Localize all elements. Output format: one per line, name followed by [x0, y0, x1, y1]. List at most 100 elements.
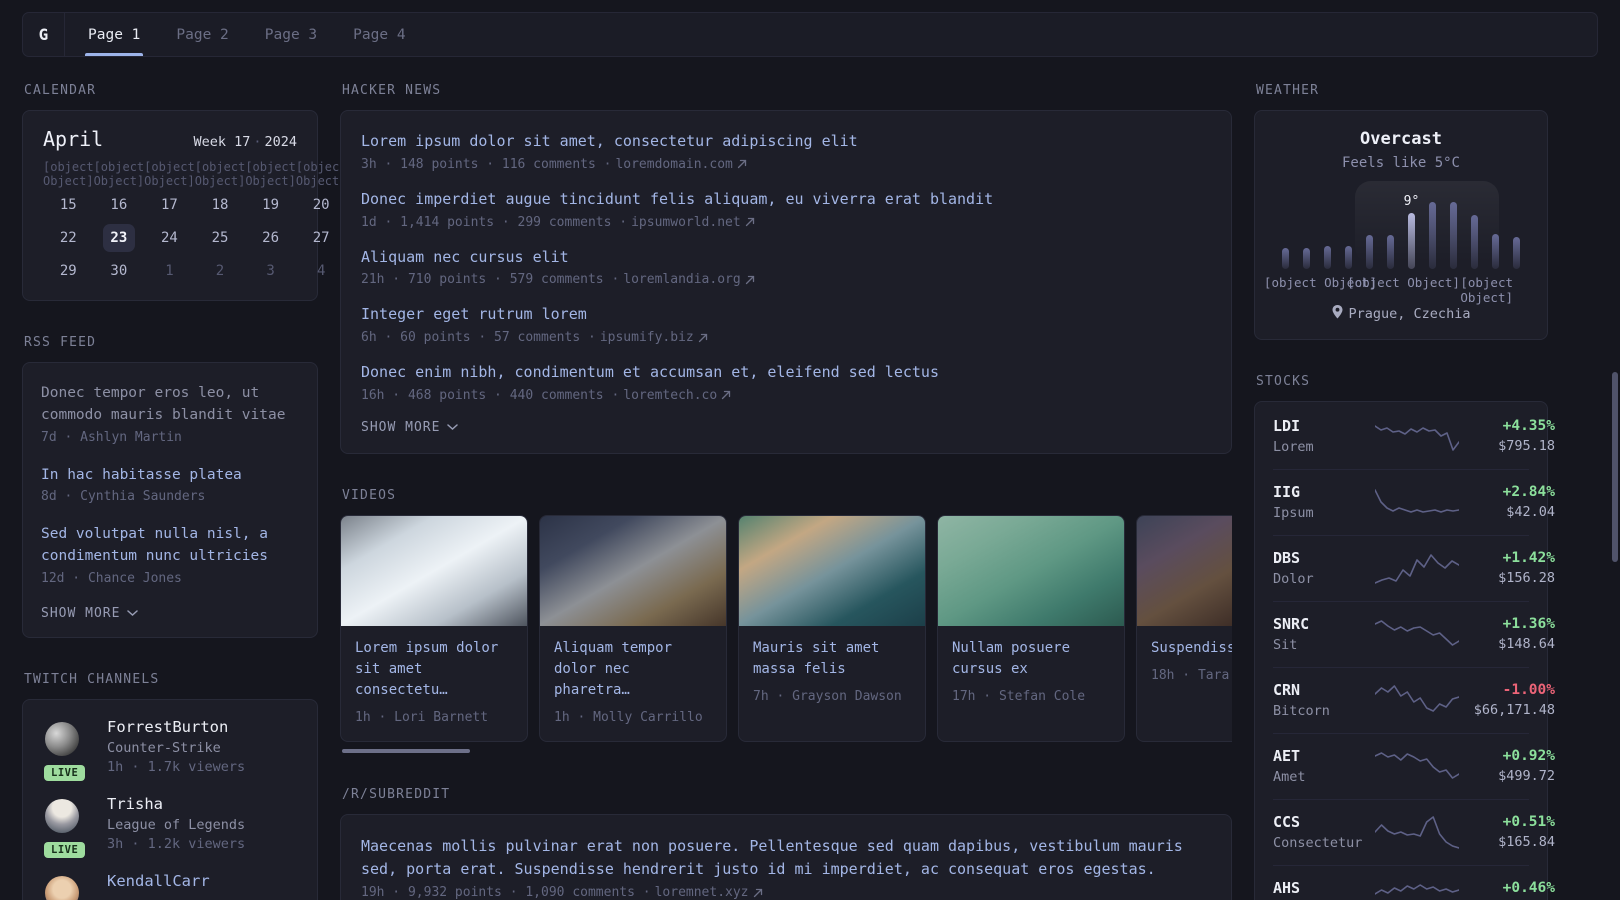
stock-row[interactable]: SNRC Sit +1.36% $148.64: [1273, 601, 1555, 667]
stock-sparkline: [1375, 814, 1459, 852]
stock-sparkline: [1375, 550, 1459, 588]
calendar-day: 1: [165, 262, 174, 279]
live-badge: LIVE: [44, 764, 86, 781]
page-scrollbar-thumb[interactable]: [1612, 372, 1618, 562]
stock-sparkline: [1375, 484, 1459, 522]
calendar-day: 19: [262, 196, 280, 213]
video-card[interactable]: Suspendisse diam 18h · Tara: [1136, 514, 1232, 742]
weather-hour-label: [object Object]: [1347, 275, 1460, 290]
video-card[interactable]: Mauris sit amet massa felis 7h · Grayson…: [738, 514, 926, 742]
stock-name: Ipsum: [1273, 505, 1314, 521]
stock-change-percent: +2.84%: [1502, 484, 1555, 500]
twitch-channel-item[interactable]: KendallCarr: [41, 872, 299, 900]
stock-row[interactable]: CCS Consectetur +0.51% $165.84: [1273, 799, 1555, 865]
weather-bar: [1302, 189, 1310, 269]
stock-price: $156.28: [1498, 570, 1555, 586]
weather-widget: WEATHER Overcast Feels like 5°C 9° [obje…: [1254, 83, 1548, 340]
stock-row[interactable]: CRN Bitcorn -1.00% $66,171.48: [1273, 667, 1555, 733]
external-link-icon: [745, 275, 755, 285]
reddit-post: Maecenas mollis pulvinar erat non posuer…: [361, 835, 1211, 900]
video-meta: 18h · Tara: [1151, 667, 1230, 683]
calendar-year: 2024: [264, 134, 297, 150]
stock-name: Sit: [1273, 637, 1298, 653]
video-meta: 1h · Molly Carrillo: [554, 709, 703, 725]
calendar-card: April Week 17 · 2024 [object Object] [obje…: [22, 110, 397, 301]
weather-current-temp: 9°: [1403, 194, 1420, 209]
calendar-day: 16: [110, 196, 128, 213]
stocks-section-title: STOCKS: [1256, 374, 1311, 389]
stock-price: $499.72: [1498, 768, 1555, 784]
calendar-section-title: CALENDAR: [24, 83, 97, 98]
page-tab[interactable]: Page 1: [85, 13, 144, 56]
stock-change-percent: +0.51%: [1502, 814, 1555, 830]
stock-row[interactable]: AET Amet +0.92% $499.72: [1273, 733, 1555, 799]
videos-scrollbar-thumb[interactable]: [342, 748, 470, 753]
twitch-channel-name[interactable]: KendallCarr: [107, 872, 210, 890]
stocks-widget: STOCKS LDI Lorem +4.35% $795.18 IIG Ipsu…: [1254, 374, 1555, 900]
twitch-widget: TWITCH CHANNELS LIVE ForrestBurton Count…: [22, 672, 318, 900]
stock-row[interactable]: DBS Dolor +1.42% $156.28: [1273, 535, 1555, 601]
hackernews-item-meta: 21h · 710 points · 579 comments · loreml…: [361, 272, 1211, 287]
weather-hour-label: [object Object]: [1460, 275, 1514, 305]
stock-symbol: CRN: [1273, 681, 1301, 699]
weather-feels-like: Feels like 5°C: [1341, 155, 1460, 171]
stock-row[interactable]: IIG Ipsum +2.84% $42.04: [1273, 469, 1555, 535]
stock-row[interactable]: LDI Lorem +4.35% $795.18: [1273, 404, 1555, 469]
calendar-grid: [object Object] [object Object] [object …: [43, 160, 397, 286]
weather-hour-labels: [object Object] [object Object] [object …: [1264, 275, 1527, 305]
stock-symbol: LDI: [1273, 417, 1301, 435]
hackernews-item-title[interactable]: Integer eget rutrum lorem: [361, 304, 1211, 326]
reddit-post-title[interactable]: Maecenas mollis pulvinar erat non posuer…: [361, 835, 1211, 882]
twitch-channel-name[interactable]: Trisha: [107, 795, 245, 813]
video-title[interactable]: Lorem ipsum dolor sit amet consectetu…: [355, 638, 513, 701]
twitch-channel-item[interactable]: LIVE ForrestBurton Counter-Strike 1h · 1…: [41, 718, 299, 781]
stock-symbol: AHS: [1273, 879, 1301, 897]
rss-show-more-button[interactable]: SHOW MORE: [41, 606, 299, 621]
calendar-day-header: [object Object]: [93, 160, 145, 188]
hackernews-item-domain[interactable]: ipsumify.biz: [600, 330, 694, 345]
hackernews-item-domain[interactable]: loremdomain.com: [615, 157, 732, 172]
stock-row[interactable]: AHS +0.46%: [1273, 865, 1555, 900]
page-tab[interactable]: Page 2: [173, 13, 231, 56]
weather-hourly-chart: 9°: [1279, 181, 1523, 269]
reddit-widget: /R/SUBREDDIT Maecenas mollis pulvinar er…: [340, 787, 1232, 900]
twitch-channel-item[interactable]: LIVE Trisha League of Legends 3h · 1.2k …: [41, 795, 299, 858]
hackernews-item-title[interactable]: Donec enim nibh, condimentum et accumsan…: [361, 362, 1211, 384]
hackernews-item-title[interactable]: Aliquam nec cursus elit: [361, 247, 1211, 269]
weather-bar: [1471, 189, 1479, 269]
rss-item-title[interactable]: Sed volutpat nulla nisl, a condimentum n…: [41, 524, 299, 568]
video-card[interactable]: Lorem ipsum dolor sit amet consectetu… 1…: [340, 514, 528, 742]
video-title[interactable]: Nullam posuere cursus ex: [952, 638, 1110, 680]
hackernews-item-domain[interactable]: loremtech.co: [623, 388, 717, 403]
hackernews-item-title[interactable]: Lorem ipsum dolor sit amet, consectetur …: [361, 131, 1211, 153]
rss-item: Sed volutpat nulla nisl, a condimentum n…: [41, 524, 299, 586]
video-thumbnail: [341, 515, 527, 626]
hackernews-item-domain[interactable]: ipsumworld.net: [631, 215, 741, 230]
video-title[interactable]: Aliquam tempor dolor nec pharetra…: [554, 638, 712, 701]
video-title[interactable]: Suspendisse diam: [1151, 638, 1232, 659]
hackernews-item-domain[interactable]: loremlandia.org: [623, 272, 740, 287]
stock-change-percent: +0.92%: [1502, 748, 1555, 764]
calendar-widget: CALENDAR April Week 17 · 2024 [object Obje…: [22, 83, 397, 301]
page-tab[interactable]: Page 4: [350, 13, 408, 56]
twitch-channel-name[interactable]: ForrestBurton: [107, 718, 245, 736]
twitch-avatar-wrap: LIVE: [41, 795, 91, 858]
hackernews-show-more-button[interactable]: SHOW MORE: [361, 420, 1211, 435]
calendar-day: 18: [211, 196, 229, 213]
video-card[interactable]: Aliquam tempor dolor nec pharetra… 1h · …: [539, 514, 727, 742]
stock-name: Bitcorn: [1273, 703, 1330, 719]
video-card[interactable]: Nullam posuere cursus ex 17h · Stefan Co…: [937, 514, 1125, 742]
hackernews-section-title: HACKER NEWS: [342, 83, 442, 98]
weather-bar: [1344, 189, 1352, 269]
live-badge: LIVE: [44, 841, 86, 858]
video-thumbnail: [1137, 515, 1232, 626]
video-title[interactable]: Mauris sit amet massa felis: [753, 638, 911, 680]
calendar-week: Week 17: [193, 134, 251, 150]
hackernews-item-title[interactable]: Donec imperdiet augue tincidunt felis al…: [361, 189, 1211, 211]
stock-change-percent: +1.36%: [1502, 616, 1555, 632]
reddit-post-domain[interactable]: loremnet.xyz: [655, 885, 749, 900]
page-tab[interactable]: Page 3: [262, 13, 320, 56]
calendar-day: 26: [262, 229, 280, 246]
rss-item-title[interactable]: Donec tempor eros leo, ut commodo mauris…: [41, 383, 299, 427]
rss-item-title[interactable]: In hac habitasse platea: [41, 465, 299, 487]
